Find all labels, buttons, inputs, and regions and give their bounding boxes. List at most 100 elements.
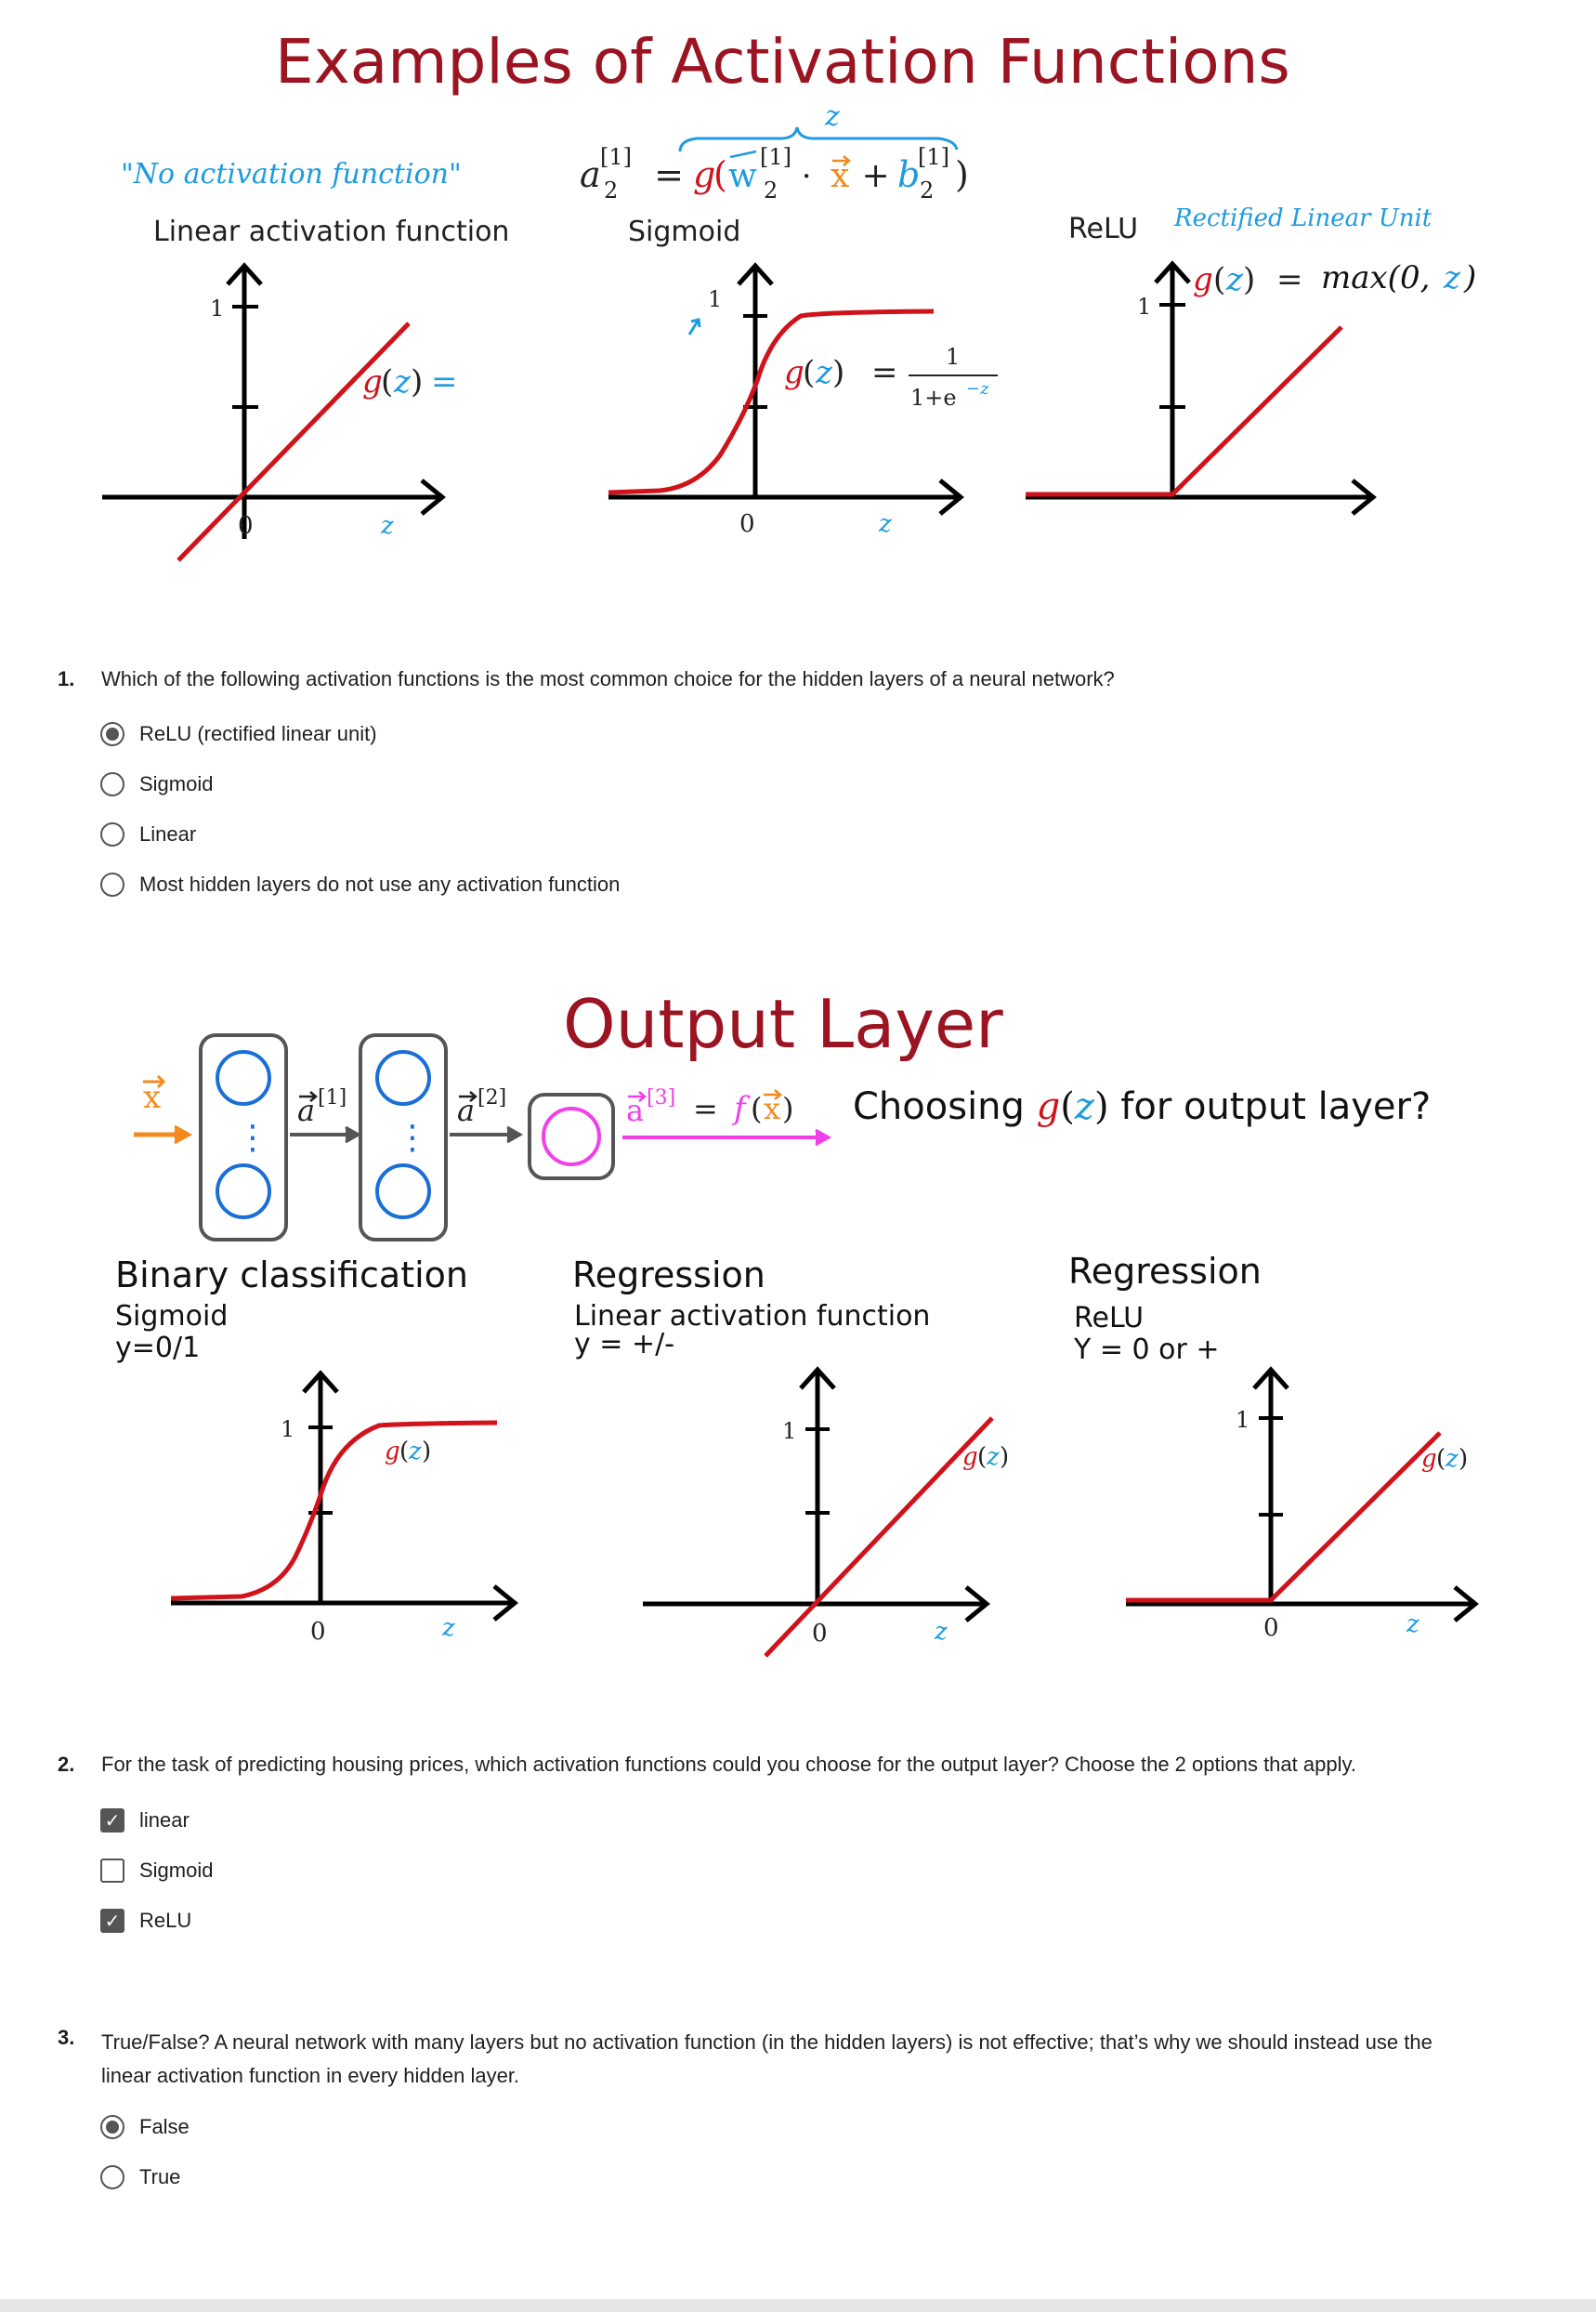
binary-curve-z: z [408, 1438, 422, 1465]
a3-f: f [731, 1090, 751, 1127]
relu-formula-z: z [1225, 261, 1244, 298]
svg-text:⋮: ⋮ [396, 1119, 429, 1157]
svg-text:(: ( [977, 1443, 987, 1471]
formula-w-sup: [1] [760, 144, 791, 170]
sigmoid-frac-num: 1 [946, 344, 960, 370]
output-layer-question: Choosing g(z) for output layer? [853, 1085, 1432, 1128]
radio-unselected[interactable] [100, 772, 124, 796]
checkbox-unchecked[interactable] [100, 1859, 124, 1883]
svg-text:(: ( [399, 1438, 409, 1465]
formula-dot: · [791, 158, 821, 195]
regression-linear-sub: Linear activation function y = +/- [574, 1300, 931, 1360]
formula-a-sup: [1] [600, 144, 632, 170]
svg-text:): ) [411, 363, 423, 401]
q1-option-linear[interactable]: Linear [100, 819, 196, 850]
svg-text:): ) [832, 354, 844, 391]
linear-panel-name: Linear activation function [153, 216, 510, 248]
linear-graph: 1 0 z g ( z ) = z [102, 262, 464, 562]
q2-option-linear-label: linear [139, 1808, 190, 1832]
regression-relu-curve-z: z [1445, 1445, 1459, 1473]
svg-text:⋮: ⋮ [236, 1119, 269, 1157]
regression-relu-curve-g: g [1421, 1445, 1437, 1473]
question2-number: 2. [58, 1753, 75, 1776]
regression-linear-y-tick: 1 [782, 1418, 796, 1444]
slide1-title: Examples of Activation Functions [275, 26, 1290, 98]
radio-selected[interactable] [100, 2115, 124, 2139]
formula-b: b [897, 154, 920, 195]
radio-unselected[interactable] [100, 822, 124, 847]
binary-classification-sub: Sigmoid y=0/1 [115, 1300, 229, 1364]
q2-option-sigmoid[interactable]: Sigmoid [100, 1855, 213, 1886]
linear-formula-z: z [393, 363, 412, 401]
binary-y-tick: 1 [281, 1416, 294, 1442]
linear-formula-g: g [362, 363, 383, 401]
formula-w-sub: 2 [764, 177, 778, 204]
linear-y-tick: 1 [210, 296, 224, 322]
binary-origin: 0 [310, 1618, 326, 1646]
q2-option-relu[interactable]: ✓ ReLU [100, 1905, 191, 1937]
linear-origin: 0 [238, 512, 254, 540]
relu-graph: 1 g ( z ) = max(0, z ) [1026, 259, 1476, 516]
q1-option-none[interactable]: Most hidden layers do not use any activa… [100, 869, 620, 900]
horizontal-scrollbar[interactable] [0, 2299, 1596, 2312]
sigmoid-frac-exp: −z [966, 379, 989, 399]
question1-text: Which of the following activation functi… [101, 667, 1115, 690]
svg-text:(: ( [1213, 261, 1225, 298]
checkbox-checked[interactable]: ✓ [100, 1909, 124, 1933]
formula-a: a [580, 154, 601, 195]
a3-eq: = [693, 1091, 718, 1126]
sigmoid-formula-eq: = [871, 354, 898, 391]
svg-text:): ) [782, 1091, 793, 1126]
formula-paren-close: ) [955, 154, 969, 195]
q1-option-sigmoid-label: Sigmoid [139, 772, 214, 795]
q3-option-false-label: False [139, 2115, 190, 2138]
regression-relu-graph: 1 0 z g ( z ) [1126, 1366, 1479, 1642]
q2-option-sigmoid-label: Sigmoid [139, 1859, 214, 1882]
relu-y-tick: 1 [1137, 294, 1151, 320]
radio-unselected[interactable] [100, 2165, 124, 2189]
question3-number: 3. [58, 2026, 75, 2049]
relu-formula-close: ) [1463, 259, 1476, 296]
binary-sigmoid-graph: 1 0 z g ( z ) [170, 1370, 518, 1646]
regression-linear-x-label: z [934, 1618, 948, 1646]
checkbox-checked[interactable]: ✓ [100, 1808, 124, 1833]
formula-b-sup: [1] [918, 144, 949, 170]
regression-relu-x-label: z [1406, 1610, 1419, 1638]
svg-text:(: ( [1436, 1445, 1446, 1473]
question2-text: For the task of predicting housing price… [101, 1753, 1356, 1776]
q3-option-false[interactable]: False [100, 2111, 190, 2143]
q1-option-linear-label: Linear [139, 822, 197, 846]
binary-classification-heading: Binary classification [115, 1255, 468, 1295]
sigmoid-y-tick: 1 [708, 286, 722, 312]
q3-option-true[interactable]: True [100, 2161, 180, 2193]
sigmoid-formula-g: g [784, 354, 805, 391]
brace-z-label: z [824, 100, 840, 133]
radio-unselected[interactable] [100, 873, 124, 897]
regression-linear-curve-z: z [986, 1443, 1000, 1471]
svg-text:): ) [1000, 1443, 1009, 1471]
activation-formula: z a [1] 2 = g ( w [1] 2 · x + b [1] 2 ) [580, 100, 969, 204]
regression-relu-origin: 0 [1263, 1614, 1279, 1642]
formula-paren-open: ( [713, 154, 727, 195]
q1-option-sigmoid[interactable]: Sigmoid [100, 768, 213, 800]
sigmoid-formula-z: z [815, 354, 833, 391]
formula-g: g [693, 154, 715, 195]
q1-option-relu[interactable]: ReLU (rectified linear unit) [100, 718, 377, 750]
radio-selected[interactable] [100, 722, 124, 746]
formula-a-sub: 2 [604, 177, 618, 204]
formula-w: w [728, 157, 757, 195]
formula-eq: = [643, 154, 695, 195]
regression-relu-y-tick: 1 [1236, 1407, 1249, 1433]
svg-text:(: ( [803, 354, 815, 391]
regression-linear-origin: 0 [812, 1620, 828, 1648]
formula-b-sub: 2 [920, 177, 934, 204]
q2-option-relu-label: ReLU [139, 1909, 192, 1932]
relu-formula-eq: = [1276, 261, 1303, 298]
sigmoid-graph: 1 0 z g ( z ) = 1 1+e −z [608, 262, 998, 538]
q1-option-relu-label: ReLU (rectified linear unit) [139, 722, 377, 745]
q2-option-linear[interactable]: ✓ linear [100, 1805, 190, 1836]
q1-option-none-label: Most hidden layers do not use any activa… [139, 873, 621, 896]
binary-curve-g: g [385, 1438, 400, 1465]
linear-x-label: z [380, 512, 394, 540]
formula-plus: + [851, 157, 900, 195]
